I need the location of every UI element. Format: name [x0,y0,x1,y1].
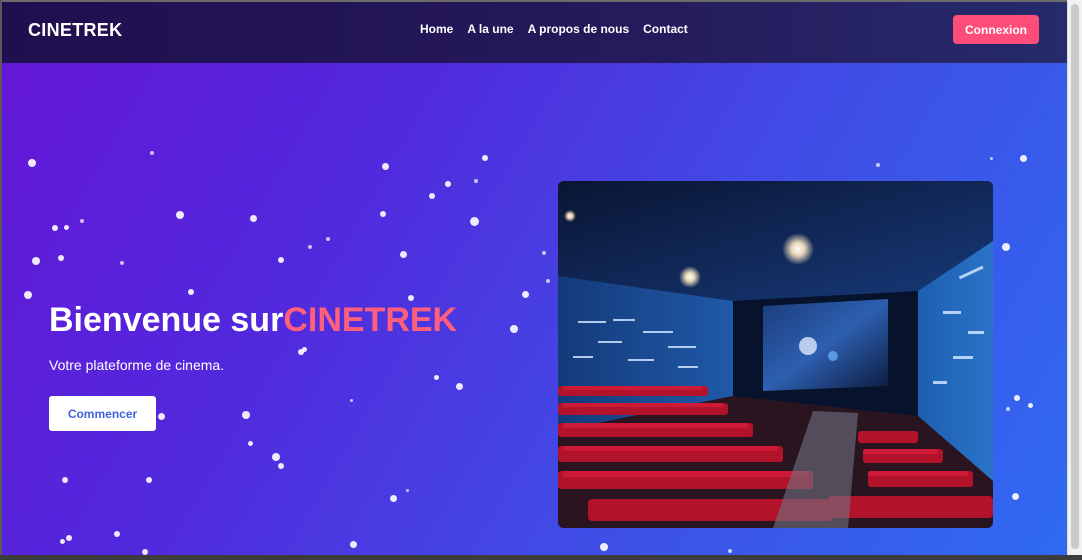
snow-flake [470,217,479,226]
snow-flake [150,151,154,155]
snow-flake [876,163,880,167]
snow-flake [380,211,386,217]
snow-flake [272,453,280,461]
snow-flake [510,325,518,333]
nav-link-a-la-une[interactable]: A la une [467,22,513,36]
hero-subtitle: Votre plateforme de cinema. [49,357,225,373]
snow-flake [474,179,478,183]
snow-flake [242,411,250,419]
snow-flake [28,159,36,167]
nav-links: Home A la une A propos de nous Contact [420,22,688,36]
nav-link-a-propos[interactable]: A propos de nous [528,22,630,36]
snow-flake [24,291,32,299]
snow-flake [400,251,407,258]
snow-flake [390,495,397,502]
window-bottom-border [0,555,1082,560]
snow-flake [146,477,152,483]
snow-flake [278,463,284,469]
snow-flake [32,257,40,265]
snow-flake [62,477,68,483]
snow-flake [298,349,304,355]
snow-flake [445,181,451,187]
snow-flake [429,193,435,199]
snow-flake [278,257,284,263]
snow-flake [382,163,389,170]
snow-flake [1014,395,1020,401]
snow-flake [1006,407,1010,411]
snow-flake [326,237,330,241]
browser-window: CINETREK Home A la une A propos de nous … [0,0,1082,560]
snow-flake [80,219,84,223]
snow-flake [406,489,409,492]
snow-flake [66,535,72,541]
snow-flake [302,347,307,352]
hero-section: Bienvenue surCINETREK Votre plateforme d… [2,63,1068,555]
start-button[interactable]: Commencer [49,396,156,431]
snow-flake [434,375,439,380]
snow-flake [52,225,58,231]
scrollbar-thumb[interactable] [1071,4,1079,549]
snow-flake [188,289,194,295]
snow-flake [350,399,353,402]
snow-flake [248,441,253,446]
snow-flake [58,255,64,261]
login-button[interactable]: Connexion [953,15,1039,44]
snow-flake [1012,493,1019,500]
cinema-theater-image [558,181,993,528]
brand-logo[interactable]: CINETREK [28,20,122,41]
hero-title-prefix: Bienvenue sur [49,301,284,339]
snow-flake [250,215,257,222]
nav-link-contact[interactable]: Contact [643,22,688,36]
snow-flake [64,225,69,230]
snow-flake [990,157,993,160]
snow-flake [350,541,357,548]
snow-flake [120,261,124,265]
snow-flake [1020,155,1027,162]
navbar: CINETREK Home A la une A propos de nous … [2,2,1068,63]
snow-flake [600,543,608,551]
hero-title: Bienvenue surCINETREK [49,301,457,340]
snow-flake [114,531,120,537]
snow-flake [1002,243,1010,251]
snow-flake [728,549,732,553]
page: CINETREK Home A la une A propos de nous … [2,2,1068,555]
snow-flake [542,251,546,255]
snow-flake [546,279,550,283]
snow-flake [1028,403,1033,408]
snow-flake [482,155,488,161]
scrollbar[interactable] [1067,0,1082,560]
snow-flake [176,211,184,219]
snow-flake [456,383,463,390]
snow-flake [60,539,65,544]
snow-flake [522,291,529,298]
snow-flake [308,245,312,249]
hero-title-accent: CINETREK [283,301,458,339]
snow-flake [158,413,165,420]
nav-link-home[interactable]: Home [420,22,453,36]
